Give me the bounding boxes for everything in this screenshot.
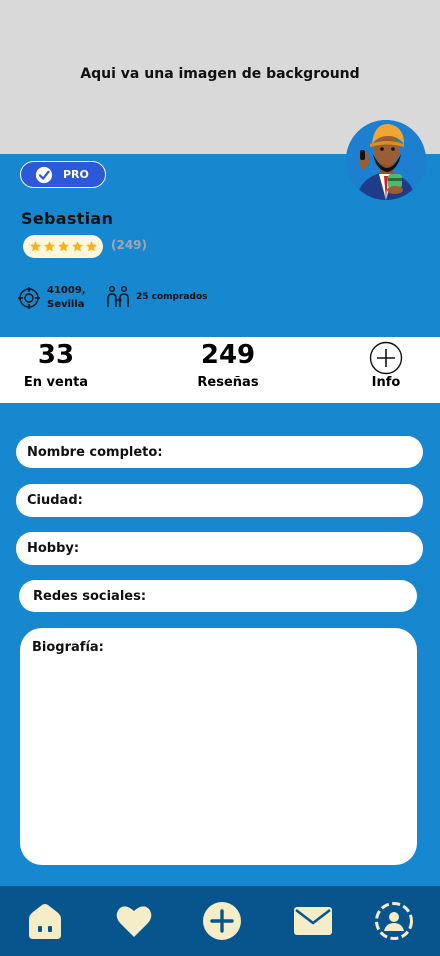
- stat-info-button[interactable]: Info: [356, 337, 416, 390]
- star-icon: [71, 241, 83, 252]
- city-label: Ciudad:: [27, 493, 83, 508]
- biography-label: Biografía:: [32, 640, 104, 655]
- stat-for-sale-label: En venta: [23, 375, 89, 390]
- location-info: 41009, Sevilla: [17, 284, 86, 312]
- purchases-count: 25 comprados: [136, 292, 208, 302]
- profile-icon: [375, 902, 413, 940]
- star-icon: [85, 241, 97, 252]
- bottom-nav: [0, 886, 440, 956]
- rating-count: (249): [111, 238, 148, 252]
- location-postal-code: 41009,: [47, 285, 86, 296]
- profile-name: Sebastian: [21, 209, 114, 228]
- heart-icon: [116, 906, 152, 937]
- nav-messages[interactable]: [290, 898, 336, 944]
- full-name-field[interactable]: Nombre completo:: [16, 436, 423, 468]
- city-field[interactable]: Ciudad:: [16, 484, 423, 517]
- nav-favorites[interactable]: [111, 898, 157, 944]
- exchange-people-icon: [107, 286, 129, 307]
- header-background-text: Aqui va una imagen de background: [80, 66, 360, 82]
- stat-reviews[interactable]: 249 Reseñas: [188, 337, 268, 390]
- pro-badge: PRO: [20, 161, 106, 188]
- nav-add[interactable]: [199, 898, 245, 944]
- pro-badge-label: PRO: [63, 168, 89, 181]
- mail-icon: [294, 907, 332, 935]
- stat-reviews-label: Reseñas: [197, 375, 259, 390]
- avatar-illustration: [346, 120, 426, 200]
- social-networks-field[interactable]: Redes sociales:: [19, 580, 417, 612]
- star-icon: [57, 241, 69, 252]
- stat-reviews-value: 249: [200, 340, 256, 370]
- home-icon: [29, 904, 61, 939]
- location-city: Sevilla: [47, 299, 85, 310]
- add-circle-icon: [369, 341, 403, 375]
- nav-home[interactable]: [22, 898, 68, 944]
- purchases-info: 25 comprados: [106, 285, 208, 309]
- check-icon: [35, 166, 53, 183]
- stat-for-sale-value: 33: [37, 340, 75, 370]
- location-target-icon: [18, 287, 40, 309]
- star-icon: [43, 241, 55, 252]
- biography-field[interactable]: Biografía:: [20, 628, 417, 865]
- star-icon: [29, 241, 41, 252]
- full-name-label: Nombre completo:: [27, 444, 163, 460]
- plus-icon: [203, 902, 241, 940]
- hobby-field[interactable]: Hobby:: [16, 532, 423, 565]
- avatar[interactable]: [346, 120, 426, 200]
- social-networks-label: Redes sociales:: [33, 588, 147, 604]
- stats-bar: 33 En venta 249 Reseñas Info: [0, 337, 440, 403]
- rating-stars: [23, 235, 103, 258]
- stat-info-label: Info: [371, 375, 401, 390]
- nav-profile[interactable]: [371, 898, 417, 944]
- stat-for-sale[interactable]: 33 En venta: [18, 337, 94, 390]
- hobby-label: Hobby:: [27, 541, 80, 556]
